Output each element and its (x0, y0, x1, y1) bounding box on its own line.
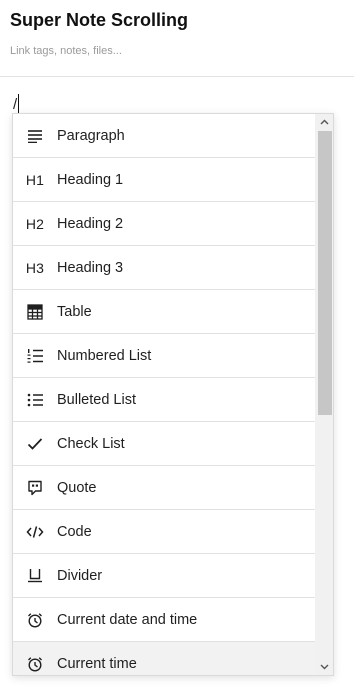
menu-item-label: Heading 1 (57, 172, 124, 188)
menu-item-table[interactable]: Table (13, 290, 315, 334)
menu-item-bulleted-list[interactable]: Bulleted List (13, 378, 315, 422)
menu-item-code[interactable]: Code (13, 510, 315, 554)
menu-item-label: Code (57, 524, 92, 540)
block-type-list: Paragraph H1 Heading 1 H2 Heading 2 H3 H… (13, 114, 315, 675)
scroll-up-arrow-icon[interactable] (315, 114, 333, 130)
h2-icon: H2 (25, 216, 45, 232)
code-icon (25, 522, 45, 542)
menu-item-quote[interactable]: Quote (13, 466, 315, 510)
menu-item-label: Heading 2 (57, 216, 124, 232)
slash-command-text: / (13, 96, 18, 113)
menu-item-label: Heading 3 (57, 260, 124, 276)
text-caret (18, 94, 20, 113)
menu-item-label: Paragraph (57, 128, 125, 144)
menu-item-label: Table (57, 304, 92, 320)
editor-text[interactable]: / (13, 94, 20, 114)
menu-item-check-list[interactable]: Check List (13, 422, 315, 466)
menu-item-label: Numbered List (57, 348, 152, 364)
divider-icon (25, 566, 45, 586)
clock-icon (25, 610, 45, 630)
menu-item-label: Bulleted List (57, 392, 136, 408)
menu-item-label: Quote (57, 480, 97, 496)
menu-item-paragraph[interactable]: Paragraph (13, 114, 315, 158)
menu-item-label: Current time (57, 656, 137, 672)
menu-item-divider[interactable]: Divider (13, 554, 315, 598)
menu-item-heading-3[interactable]: H3 Heading 3 (13, 246, 315, 290)
menu-item-current-time[interactable]: Current time (13, 642, 315, 675)
h3-icon: H3 (25, 260, 45, 276)
scroll-down-arrow-icon[interactable] (315, 659, 333, 675)
paragraph-icon (25, 126, 45, 146)
quote-icon (25, 478, 45, 498)
block-type-menu: Paragraph H1 Heading 1 H2 Heading 2 H3 H… (12, 113, 334, 676)
clock-icon (25, 654, 45, 674)
menu-item-label: Divider (57, 568, 103, 584)
link-tags-input[interactable]: Link tags, notes, files... (10, 45, 340, 57)
check-icon (25, 434, 45, 454)
menu-scrollbar[interactable] (315, 114, 333, 675)
menu-item-heading-1[interactable]: H1 Heading 1 (13, 158, 315, 202)
scrollbar-thumb[interactable] (318, 131, 332, 415)
note-title[interactable]: Super Note Scrolling (10, 10, 188, 31)
menu-item-label: Current date and time (57, 612, 198, 628)
bulleted-list-icon (25, 390, 45, 410)
table-icon (25, 302, 45, 322)
menu-item-numbered-list[interactable]: Numbered List (13, 334, 315, 378)
menu-item-current-date-and-time[interactable]: Current date and time (13, 598, 315, 642)
menu-item-heading-2[interactable]: H2 Heading 2 (13, 202, 315, 246)
note-header: Super Note Scrolling Link tags, notes, f… (0, 0, 354, 77)
numbered-list-icon (25, 346, 45, 366)
menu-item-label: Check List (57, 436, 125, 452)
h1-icon: H1 (25, 172, 45, 188)
